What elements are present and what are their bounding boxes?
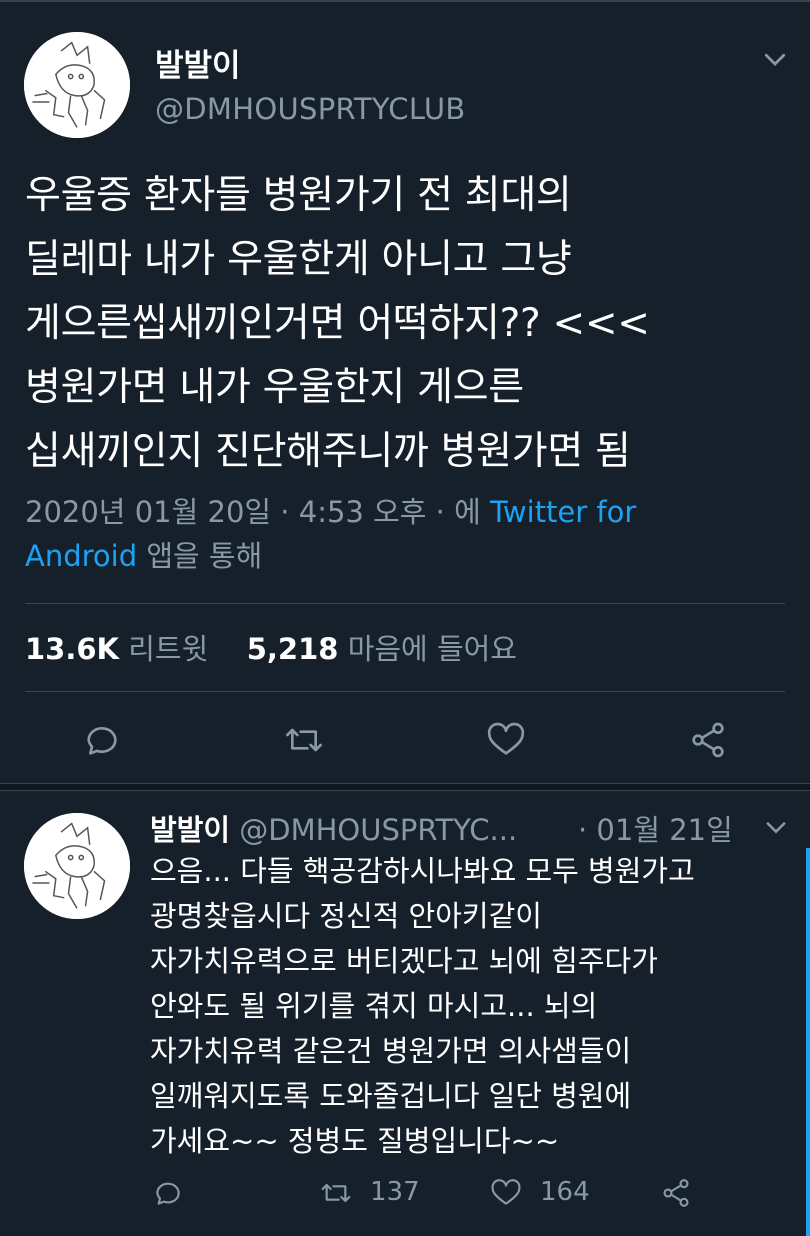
via-suffix: 앱을 통해	[137, 539, 263, 573]
chevron-down-icon[interactable]	[762, 813, 790, 841]
scrollbar[interactable]	[806, 848, 810, 1236]
divider	[25, 691, 785, 692]
heart-icon[interactable]	[486, 720, 526, 760]
reply-author-handle[interactable]: @DMHOUSPRTYC...	[239, 813, 517, 847]
timestamp[interactable]: 2020년 01월 20일 · 4:53 오후 · 에	[25, 495, 481, 529]
author-handle[interactable]: @DMHOUSPRTYCLUB	[155, 92, 466, 126]
client-link-android[interactable]: Android	[25, 539, 137, 573]
divider	[25, 603, 785, 604]
reply-retweet-count: 137	[370, 1177, 420, 1207]
like-count[interactable]: 5,218	[247, 632, 339, 666]
author-name[interactable]: 발발이	[155, 40, 241, 85]
tweet-text: 우울증 환자들 병원가기 전 최대의 딜레마 내가 우울한게 아니고 그냥 게으…	[25, 173, 650, 474]
engagement-stats: 13.6K 리트윗 5,218 마음에 들어요	[25, 626, 517, 668]
like-label[interactable]: 마음에 들어요	[348, 632, 517, 666]
retweet-icon[interactable]	[282, 720, 326, 760]
reply-author-name[interactable]: 발발이	[150, 813, 230, 847]
client-link[interactable]: Twitter for	[490, 495, 636, 529]
author-avatar[interactable]	[24, 32, 130, 138]
share-icon[interactable]	[688, 720, 728, 760]
reply-date[interactable]: · 01월 21일	[578, 807, 733, 849]
retweet-label[interactable]: 리트윗	[128, 632, 208, 666]
reply-icon[interactable]	[152, 1177, 184, 1209]
avatar-drawing	[24, 813, 130, 919]
tweet-meta: 2020년 01월 20일 · 4:53 오후 · 에 Twitter for …	[25, 490, 795, 578]
retweet-icon[interactable]	[318, 1177, 354, 1209]
heart-icon[interactable]	[490, 1177, 522, 1209]
reply-tweet[interactable]: 발발이 @DMHOUSPRTYC... · 01월 21일 으음... 다들 핵…	[0, 791, 810, 1236]
retweet-count[interactable]: 13.6K	[25, 632, 119, 666]
chevron-down-icon[interactable]	[760, 44, 790, 74]
main-tweet: 발발이 @DMHOUSPRTYCLUB 우울증 환자들 병원가기 전 최대의 딜…	[0, 0, 810, 783]
reply-author-avatar[interactable]	[24, 813, 130, 919]
avatar-drawing	[24, 32, 130, 138]
reply-like-count: 164	[540, 1177, 590, 1207]
reply-actions: 137 164	[0, 1177, 810, 1217]
thread-separator	[0, 783, 810, 791]
tweet-actions	[0, 712, 810, 768]
share-icon[interactable]	[660, 1177, 692, 1209]
reply-icon[interactable]	[82, 720, 122, 760]
reply-header: 발발이 @DMHOUSPRTYC...	[150, 807, 517, 849]
reply-text: 으음... 다들 핵공감하시나봐요 모두 병원가고 광명찾읍시다 정신적 안아키…	[150, 854, 695, 1158]
